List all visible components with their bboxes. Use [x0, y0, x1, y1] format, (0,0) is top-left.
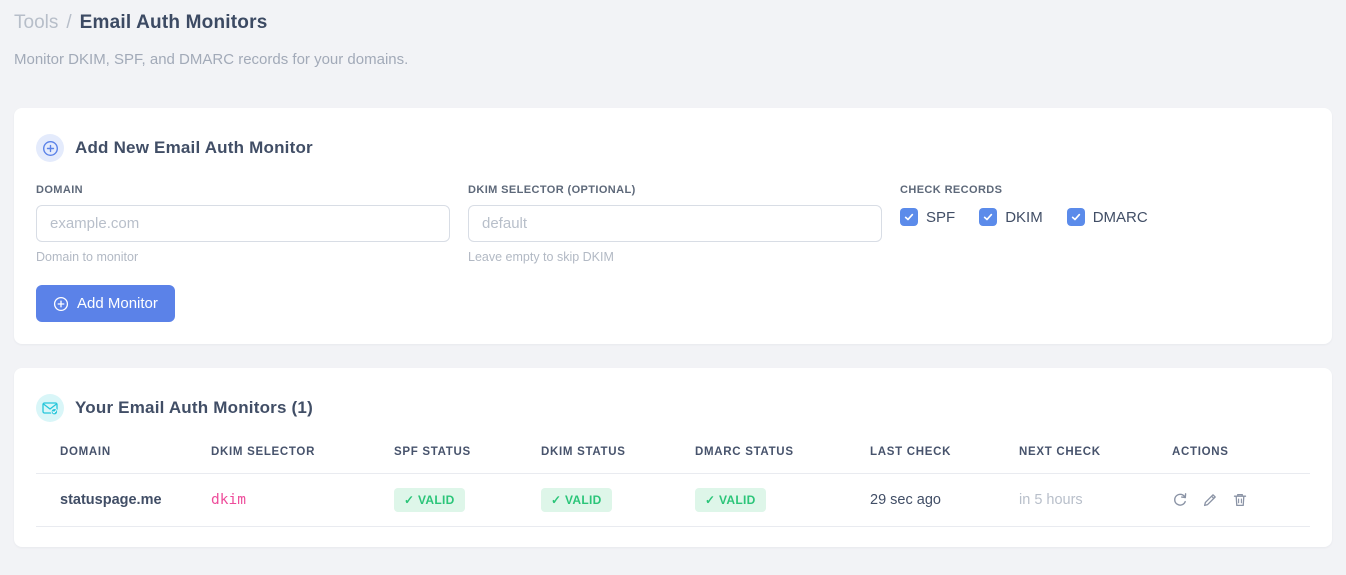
domain-field-group: DOMAIN Domain to monitor: [36, 184, 450, 264]
page-subtitle: Monitor DKIM, SPF, and DMARC records for…: [14, 51, 409, 68]
dmarc-checkbox-label: DMARC: [1092, 208, 1148, 226]
plus-circle-icon: [53, 296, 69, 312]
dkim-selector-helper-text: Leave empty to skip DKIM: [468, 250, 614, 264]
monitors-table: DOMAIN DKIM SELECTOR SPF STATUS DKIM STA…: [36, 446, 1310, 527]
header-dmarc-status: DMARC STATUS: [695, 446, 870, 474]
add-monitor-form: DOMAIN Domain to monitor DKIM SELECTOR (…: [36, 184, 1310, 264]
header-last-check: LAST CHECK: [870, 446, 1019, 474]
plus-circle-icon: [36, 134, 64, 162]
dkim-valid-badge: ✓ VALID: [541, 488, 612, 512]
header-dkim-status: DKIM STATUS: [541, 446, 695, 474]
edit-icon[interactable]: [1202, 492, 1218, 508]
mail-check-icon: [36, 394, 64, 422]
cell-dkim-status: ✓ VALID: [541, 473, 695, 527]
dkim-checkbox-label: DKIM: [1005, 208, 1043, 226]
header-spf-status: SPF STATUS: [394, 446, 541, 474]
monitors-card-header: Your Email Auth Monitors (1): [36, 394, 1310, 422]
dmarc-checkbox-item[interactable]: DMARC: [1066, 208, 1148, 226]
cell-last-check: 29 sec ago: [870, 473, 1019, 527]
header-next-check: NEXT CHECK: [1019, 446, 1172, 474]
monitors-list-card: Your Email Auth Monitors (1) DOMAIN DKIM…: [14, 368, 1332, 547]
dmarc-checkbox[interactable]: [1066, 208, 1085, 226]
breadcrumb-tools-link[interactable]: Tools: [14, 12, 58, 34]
spf-checkbox-item[interactable]: SPF: [900, 208, 955, 226]
add-monitor-card: Add New Email Auth Monitor DOMAIN Domain…: [14, 108, 1332, 344]
check-records-group: CHECK RECORDS SPF DKIM DMARC: [900, 184, 1310, 264]
check-records-options: SPF DKIM DMARC: [900, 208, 1310, 226]
email-auth-monitors-page: Tools / Email Auth Monitors Monitor DKIM…: [0, 0, 1346, 547]
dkim-selector-input[interactable]: [468, 205, 882, 242]
cell-spf-status: ✓ VALID: [394, 473, 541, 527]
cell-dkim-selector: dkim: [211, 473, 394, 527]
delete-icon[interactable]: [1232, 492, 1248, 508]
refresh-icon[interactable]: [1172, 492, 1188, 508]
domain-input[interactable]: [36, 205, 450, 242]
breadcrumb-separator: /: [66, 12, 72, 33]
cell-actions: [1172, 473, 1310, 527]
dkim-checkbox-item[interactable]: DKIM: [979, 208, 1043, 226]
domain-label: DOMAIN: [36, 184, 84, 196]
monitors-card-title: Your Email Auth Monitors (1): [75, 398, 313, 417]
dkim-checkbox[interactable]: [979, 208, 998, 226]
cell-next-check: in 5 hours: [1019, 473, 1172, 527]
cell-dmarc-status: ✓ VALID: [695, 473, 870, 527]
add-monitor-button-label: Add Monitor: [77, 295, 158, 312]
spf-checkbox[interactable]: [900, 208, 918, 226]
table-header-row: DOMAIN DKIM SELECTOR SPF STATUS DKIM STA…: [36, 446, 1310, 474]
page-title: Email Auth Monitors: [79, 12, 268, 33]
add-monitor-card-header: Add New Email Auth Monitor: [36, 134, 1310, 162]
breadcrumb: Tools / Email Auth Monitors: [14, 12, 1332, 34]
dkim-selector-label: DKIM SELECTOR (OPTIONAL): [468, 184, 636, 196]
header-actions: ACTIONS: [1172, 446, 1310, 474]
add-monitor-card-title: Add New Email Auth Monitor: [75, 138, 313, 157]
check-records-label: CHECK RECORDS: [900, 184, 1003, 196]
domain-helper-text: Domain to monitor: [36, 250, 139, 264]
table-row: statuspage.me dkim ✓ VALID ✓ VALID ✓ VAL…: [36, 473, 1310, 527]
dmarc-valid-badge: ✓ VALID: [695, 488, 766, 512]
spf-checkbox-label: SPF: [926, 208, 956, 226]
cell-domain: statuspage.me: [36, 473, 211, 527]
header-domain: DOMAIN: [36, 446, 211, 474]
add-monitor-button[interactable]: Add Monitor: [36, 285, 175, 322]
spf-valid-badge: ✓ VALID: [394, 488, 465, 512]
dkim-selector-field-group: DKIM SELECTOR (OPTIONAL) Leave empty to …: [468, 184, 882, 264]
header-dkim-selector: DKIM SELECTOR: [211, 446, 394, 474]
